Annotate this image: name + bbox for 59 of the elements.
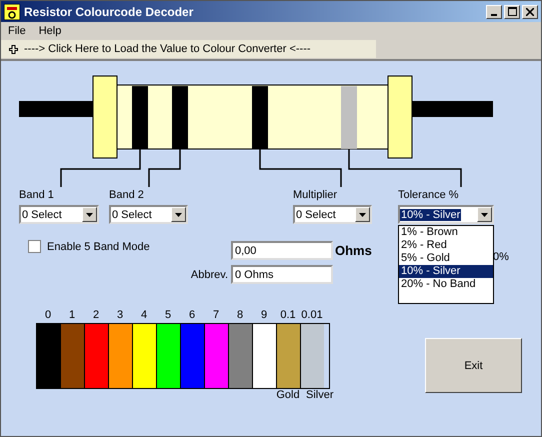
menu-item[interactable]: Help	[38, 25, 62, 37]
digit-label: 5	[164, 309, 172, 323]
unit-label: Ohms	[335, 243, 372, 258]
caret-icon	[481, 212, 488, 216]
digit-label: 8	[236, 309, 244, 323]
dropdown-option[interactable]: 1% - Brown	[399, 226, 493, 239]
digit-label: 0	[44, 309, 52, 323]
abbrev-label: Abbrev.	[190, 268, 228, 280]
digit-label: 3	[116, 309, 124, 323]
maximize-button[interactable]	[504, 4, 520, 18]
dropdown-arrow-button[interactable]	[171, 207, 186, 222]
minimize-button[interactable]	[486, 4, 502, 18]
digit-label: 4	[140, 309, 148, 323]
close-icon	[526, 8, 534, 16]
maximize-icon	[508, 7, 516, 16]
band-label: Multiplier	[293, 188, 338, 203]
close-button[interactable]	[522, 4, 538, 18]
abbrev-field[interactable]: 0 Ohms	[231, 265, 333, 284]
band-dropdown[interactable]: 10% - Silver	[398, 205, 494, 224]
digit-label: 2	[92, 309, 100, 323]
dropdown-value: 0 Select	[21, 208, 63, 220]
converter-link[interactable]: ----> Click Here to Load the Value to Colour Converter <----	[24, 43, 311, 55]
minimize-icon	[491, 14, 497, 16]
leader-line	[148, 149, 181, 187]
band-label: Band 2	[109, 188, 145, 203]
digit-label: 7	[212, 309, 220, 323]
dropdown-arrow-button[interactable]	[477, 207, 492, 222]
dropdown-option[interactable]: 20% - No Band	[399, 278, 493, 291]
band-label: Tolerance %	[398, 188, 460, 203]
dropdown-value: 10% - Silver	[400, 208, 462, 220]
dropdown-arrow-button[interactable]	[82, 207, 97, 222]
caret-icon	[175, 212, 182, 216]
checkbox-label: Enable 5 Band Mode	[47, 240, 150, 252]
dropdown-option[interactable]: 5% - Gold	[399, 252, 493, 265]
caret-icon	[86, 212, 93, 216]
digit-label: 1	[68, 309, 76, 323]
colour-name: Gold	[276, 389, 300, 401]
dropdown-value: 0 Select	[295, 208, 337, 220]
digit-label: 9	[260, 309, 268, 323]
band-dropdown[interactable]: 0 Select	[109, 205, 188, 224]
dropdown-option[interactable]: 2% - Red	[399, 239, 493, 252]
window-title: Resistor Colourcode Decoder	[24, 4, 194, 18]
band-label: Band 1	[19, 188, 55, 203]
digit-label: 6	[188, 309, 196, 323]
plus-icon	[9, 44, 18, 54]
dropdown-option[interactable]: 10% - Silver	[399, 265, 493, 278]
digit-label: 0.01	[300, 309, 324, 323]
caret-icon	[359, 212, 366, 216]
value-field[interactable]: 0,00	[231, 241, 333, 260]
dropdown-arrow-button[interactable]	[355, 207, 370, 222]
checkbox[interactable]	[28, 240, 41, 253]
band-dropdown[interactable]: 0 Select	[19, 205, 99, 224]
menu-item[interactable]: File	[8, 25, 26, 37]
band-dropdown[interactable]: 0 Select	[293, 205, 372, 224]
resistor-app-icon	[4, 4, 20, 20]
exit-button[interactable]: Exit	[425, 338, 522, 393]
colour-name: Silver	[306, 389, 334, 401]
digit-label: 0.1	[279, 309, 297, 323]
dropdown-value: 0 Select	[111, 208, 153, 220]
